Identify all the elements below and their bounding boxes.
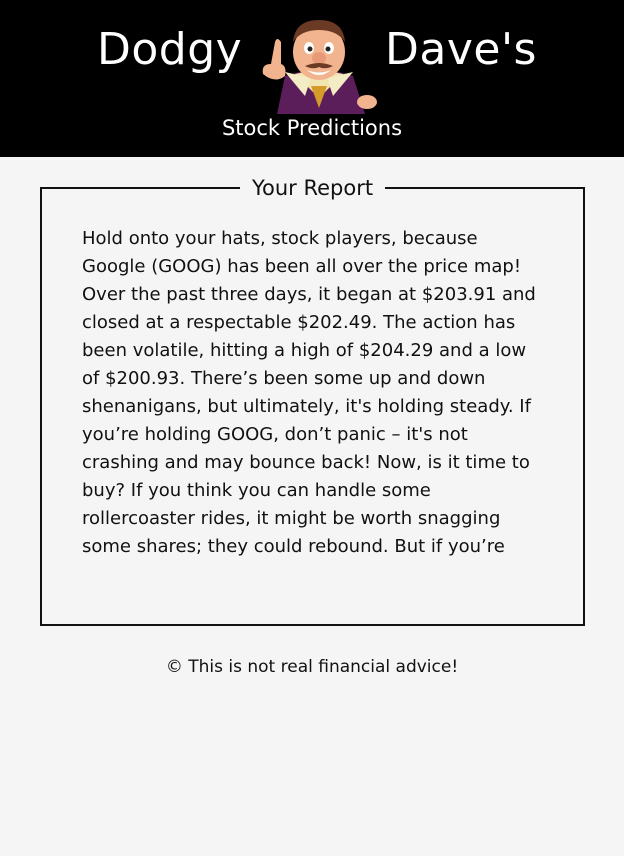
brand-name-left: Dodgy — [97, 24, 243, 75]
brand-name-right: Dave's — [385, 24, 537, 75]
report-text[interactable]: Hold onto your hats, stock players, beca… — [82, 225, 546, 583]
disclaimer-footer: © This is not real financial advice! — [165, 657, 459, 677]
report-title-wrapper: Your Report — [42, 175, 583, 201]
report-panel: Your Report Hold onto your hats, stock p… — [40, 176, 585, 626]
site-tagline: Stock Predictions — [221, 116, 403, 140]
report-title: Your Report — [239, 176, 386, 200]
mascot-icon — [262, 20, 377, 114]
site-header: Dodgy Dave's Stock Predictions — [0, 0, 624, 157]
